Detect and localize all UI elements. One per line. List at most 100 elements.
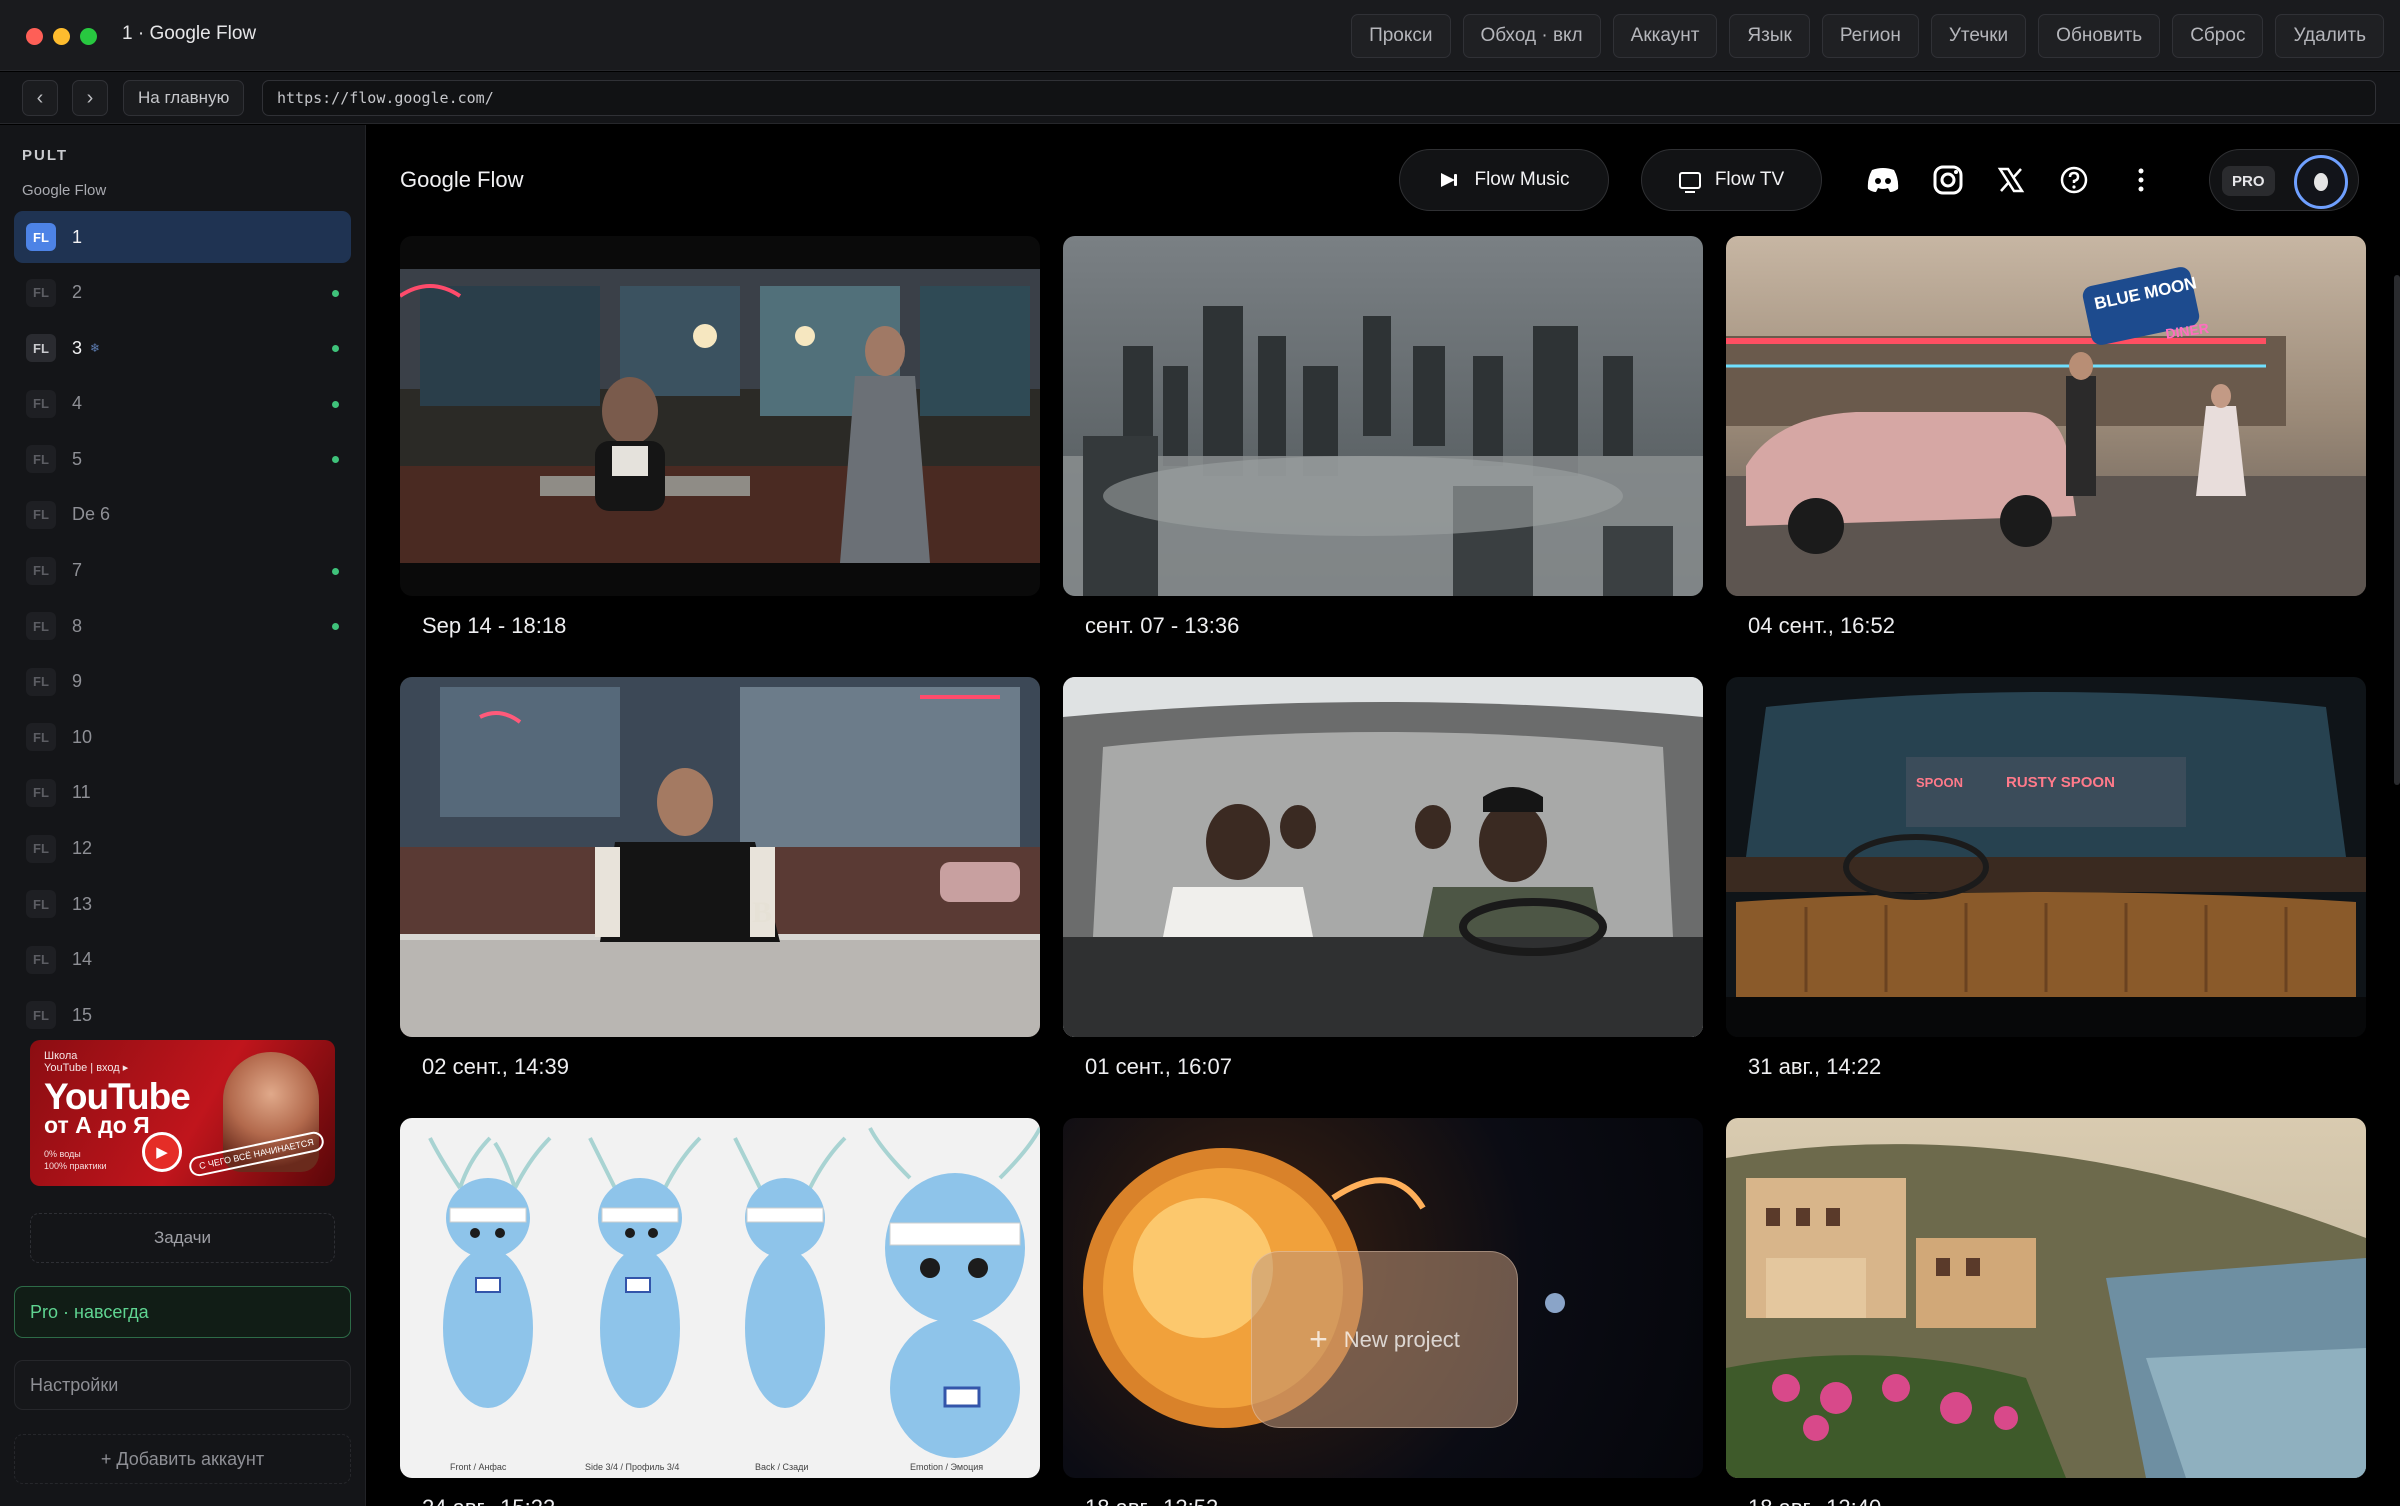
ruined-city-image <box>1063 306 1703 596</box>
refresh-button[interactable]: Обновить <box>2038 14 2161 58</box>
sidebar-account-item[interactable]: FL 9 <box>14 656 351 708</box>
bypass-button[interactable]: Обход · вкл <box>1462 14 1601 58</box>
back-button[interactable]: ‹ <box>22 80 58 116</box>
close-window-button[interactable] <box>26 28 43 45</box>
project-thumbnail[interactable]: B <box>400 677 1040 1037</box>
help-icon[interactable] <box>2055 161 2093 199</box>
sidebar-account-item[interactable]: FL 10 <box>14 711 351 763</box>
promo-bullet-1: 0% воды <box>44 1149 81 1159</box>
retro-diner-image: BLUE MOON DINER <box>1726 267 2366 596</box>
promo-bullets: 0% воды 100% практики <box>44 1148 107 1172</box>
online-status-dot <box>332 289 339 297</box>
x-twitter-icon[interactable] <box>1992 161 2030 199</box>
project-thumbnail[interactable] <box>1063 677 1703 1037</box>
sheet-label-emotion: Emotion / Эмоция <box>910 1462 983 1472</box>
project-date: Sep 14 - 18:18 <box>422 613 567 638</box>
sidebar-account-item[interactable]: FL 11 <box>14 767 351 819</box>
page-title: Google Flow <box>400 167 524 192</box>
account-badge: FL <box>26 890 56 919</box>
project-card[interactable]: 18 авг., 12:40 <box>1726 1118 2366 1506</box>
scrollbar[interactable] <box>2394 275 2400 785</box>
sidebar-account-item[interactable]: FL 2 <box>14 267 351 319</box>
project-card[interactable]: 01 сент., 16:07 <box>1063 677 1703 1080</box>
account-label: 1 <box>72 226 83 247</box>
add-account-button[interactable]: + Добавить аккаунт <box>14 1434 351 1484</box>
tv-icon <box>1678 171 1701 193</box>
account-label: 10 <box>72 726 93 747</box>
sidebar-account-item[interactable]: FL 4 <box>14 378 351 430</box>
online-status-dot <box>332 345 339 353</box>
project-thumbnail[interactable] <box>1063 236 1703 596</box>
flow-music-button[interactable]: Flow Music <box>1399 149 1609 211</box>
project-card[interactable]: Sep 14 - 18:18 <box>400 236 1040 639</box>
avatar[interactable] <box>2294 155 2348 209</box>
project-card[interactable]: сент. 07 - 13:36 <box>1063 236 1703 639</box>
project-card[interactable]: Front / Анфас Side 3/4 / Профиль 3/4 Bac… <box>400 1118 1040 1506</box>
home-button[interactable]: На главную <box>123 80 245 116</box>
promo-small-line-1: Школа <box>44 1050 78 1062</box>
minimize-window-button[interactable] <box>53 28 70 45</box>
character-sheet-image: Front / Анфас Side 3/4 / Профиль 3/4 Bac… <box>428 1127 1040 1472</box>
new-project-button[interactable]: + New project <box>1251 1251 1518 1428</box>
youtube-school-banner[interactable]: Школа YouTube | вход ▸ YouTube от А до Я… <box>30 1040 335 1186</box>
varsity-letter-icon: B <box>752 896 772 929</box>
leaks-button[interactable]: Утечки <box>1930 14 2027 58</box>
rusty-spoon-sign: RUSTY SPOON <box>2006 774 2115 791</box>
account-label: 13 <box>72 893 93 914</box>
sidebar-account-item[interactable]: FL 13 <box>14 878 351 930</box>
account-badge: FL <box>26 778 56 807</box>
more-menu-icon[interactable] <box>2122 161 2160 199</box>
zoom-window-button[interactable] <box>80 28 97 45</box>
discord-icon[interactable] <box>1864 161 1902 199</box>
address-bar: ‹ › На главную https://flow.google.com/ <box>0 72 2400 124</box>
sheet-label-back: Back / Сзади <box>755 1462 808 1472</box>
account-button[interactable]: Аккаунт <box>1612 14 1718 58</box>
sidebar-account-item[interactable]: FL De 6 <box>14 489 351 541</box>
sidebar-account-item[interactable]: FL 12 <box>14 823 351 875</box>
project-card[interactable]: RUSTY SPOON SPOON 31 авг., 14:22 <box>1726 677 2366 1080</box>
project-date: 31 авг., 14:22 <box>1748 1054 1882 1079</box>
sidebar-account-item[interactable]: FL 14 <box>14 934 351 986</box>
pro-forever-badge[interactable]: Pro · навсегда <box>14 1286 351 1338</box>
url-field[interactable]: https://flow.google.com/ <box>262 80 2376 116</box>
instagram-icon[interactable] <box>1929 161 1967 199</box>
sheet-label-front: Front / Анфас <box>450 1462 507 1472</box>
flow-tv-button[interactable]: Flow TV <box>1641 149 1822 211</box>
account-label: 3 <box>72 337 83 358</box>
car-dashboard-image: RUSTY SPOON SPOON <box>1726 692 2366 1037</box>
sidebar-account-item[interactable]: FL 1 <box>14 211 351 263</box>
project-thumbnail[interactable] <box>1726 1118 2366 1478</box>
sidebar-account-item[interactable]: FL 15 <box>14 989 351 1041</box>
diner-night-image <box>400 269 1040 563</box>
project-thumbnail[interactable]: Front / Анфас Side 3/4 / Профиль 3/4 Bac… <box>400 1118 1040 1478</box>
online-status-dot <box>332 456 339 464</box>
settings-button[interactable]: Настройки <box>14 1360 351 1410</box>
account-label: 14 <box>72 949 93 970</box>
spoon-sign: SPOON <box>1916 775 1963 790</box>
sidebar-account-item[interactable]: FL 5 <box>14 433 351 485</box>
project-thumbnail[interactable] <box>400 236 1040 596</box>
account-badge: FL <box>26 334 56 363</box>
sidebar-account-item[interactable]: FL 7 <box>14 545 351 597</box>
project-card[interactable]: BLUE MOON DINER 04 сент., 16:52 <box>1726 236 2366 639</box>
title-bar: 1 · Google Flow Прокси Обход · вкл Аккау… <box>0 0 2400 71</box>
proxy-button[interactable]: Прокси <box>1351 14 1451 58</box>
account-badge: FL <box>26 500 56 529</box>
promo-small-line-2: YouTube | вход ▸ <box>44 1062 129 1074</box>
delete-button[interactable]: Удалить <box>2275 14 2384 58</box>
account-label: De 6 <box>72 504 111 525</box>
reset-button[interactable]: Сброс <box>2172 14 2264 58</box>
project-card[interactable]: B 02 сент., 14:39 <box>400 677 1040 1080</box>
flow-tv-label: Flow TV <box>1714 169 1785 190</box>
forward-button[interactable]: › <box>72 80 108 116</box>
tasks-button[interactable]: Задачи <box>30 1213 335 1263</box>
pro-tag: PRO <box>2222 166 2275 196</box>
coastal-town-image <box>1726 1144 2366 1478</box>
region-button[interactable]: Регион <box>1821 14 1919 58</box>
sidebar-account-item[interactable]: FL 8 <box>14 600 351 652</box>
language-button[interactable]: Язык <box>1729 14 1810 58</box>
project-thumbnail[interactable]: BLUE MOON DINER <box>1726 236 2366 596</box>
project-thumbnail[interactable]: RUSTY SPOON SPOON <box>1726 677 2366 1037</box>
account-pill[interactable]: PRO <box>2209 149 2359 211</box>
sidebar-account-item[interactable]: FL 3 ❄ <box>14 322 351 374</box>
